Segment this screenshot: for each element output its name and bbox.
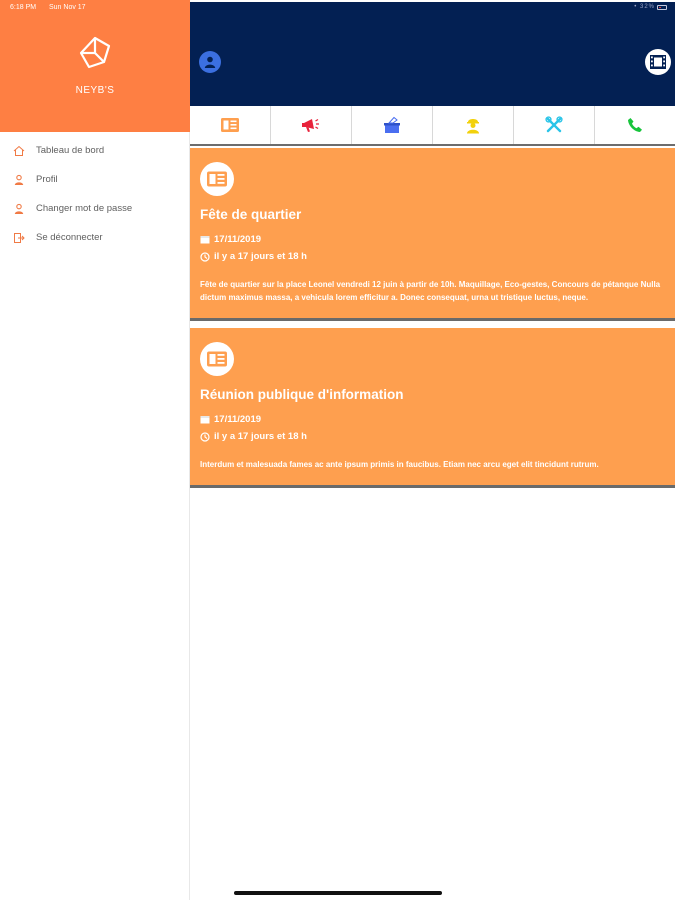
- tab-announcements[interactable]: [271, 106, 352, 144]
- cube-logo-icon: [79, 36, 111, 69]
- card-ago-row: il y a 17 jours et 18 h: [200, 431, 665, 442]
- profile-avatar-button[interactable]: [199, 51, 221, 73]
- film-icon: [650, 55, 666, 69]
- status-battery-text: • 32%: [634, 4, 655, 10]
- user-icon: [12, 173, 26, 187]
- calendar-icon: [200, 235, 210, 245]
- card-time-ago: il y a 17 jours et 18 h: [214, 251, 307, 262]
- news-feed: Fête de quartier 17/11/2019 il y a 17 jo…: [190, 148, 675, 495]
- vote-icon: [384, 116, 400, 133]
- video-button[interactable]: [645, 49, 671, 75]
- tab-services[interactable]: [433, 106, 514, 144]
- status-time: 6:18 PM: [10, 4, 37, 11]
- card-date-row: 17/11/2019: [200, 234, 665, 245]
- tools-icon: [545, 116, 563, 133]
- card-date-row: 17/11/2019: [200, 414, 665, 425]
- category-tabs: [190, 106, 675, 146]
- card-date: 17/11/2019: [214, 414, 262, 425]
- tab-contact[interactable]: [595, 106, 675, 144]
- sidebar-item-change-password[interactable]: Changer mot de passe: [0, 194, 190, 223]
- sidebar-item-label: Se déconnecter: [36, 232, 103, 243]
- card-date: 17/11/2019: [214, 234, 262, 245]
- sidebar: NEYB'S Tableau de bord Profil Changer mo…: [0, 0, 190, 900]
- user-icon: [12, 202, 26, 216]
- app-window: NEYB'S Tableau de bord Profil Changer mo…: [0, 0, 675, 900]
- news-card[interactable]: Réunion publique d'information 17/11/201…: [190, 328, 675, 488]
- phone-icon: [628, 118, 642, 132]
- status-bar: 6:18 PM Sun Nov 17 • 32%: [0, 0, 675, 16]
- news-card[interactable]: Fête de quartier 17/11/2019 il y a 17 jo…: [190, 148, 675, 321]
- sidebar-menu: Tableau de bord Profil Changer mot de pa…: [0, 136, 190, 252]
- status-date: Sun Nov 17: [49, 4, 86, 11]
- card-time-ago: il y a 17 jours et 18 h: [214, 431, 307, 442]
- news-icon: [221, 118, 239, 132]
- sidebar-item-dashboard[interactable]: Tableau de bord: [0, 136, 190, 165]
- sidebar-item-label: Tableau de bord: [36, 145, 105, 156]
- megaphone-icon: [302, 118, 319, 132]
- tab-voting[interactable]: [352, 106, 433, 144]
- tab-repairs[interactable]: [514, 106, 595, 144]
- logout-icon: [12, 231, 26, 245]
- card-description: Fête de quartier sur la place Leonel ven…: [200, 280, 661, 302]
- user-icon: [204, 56, 216, 68]
- clock-icon: [200, 251, 210, 262]
- card-description: Interdum et malesuada fames ac ante ipsu…: [200, 460, 599, 469]
- news-icon: [200, 162, 234, 196]
- sidebar-item-label: Changer mot de passe: [36, 203, 133, 214]
- sidebar-item-profile[interactable]: Profil: [0, 165, 190, 194]
- tab-news[interactable]: [190, 106, 271, 144]
- news-icon: [200, 342, 234, 376]
- worker-icon: [467, 119, 479, 134]
- sidebar-item-label: Profil: [36, 174, 58, 185]
- calendar-icon: [200, 415, 210, 425]
- battery-icon: [657, 5, 667, 10]
- brand-name: NEYB'S: [75, 85, 115, 96]
- clock-icon: [200, 431, 210, 442]
- card-title: Fête de quartier: [200, 207, 302, 222]
- card-title: Réunion publique d'information: [200, 387, 404, 402]
- main-header: [190, 2, 675, 106]
- home-indicator[interactable]: [234, 891, 442, 895]
- sidebar-item-logout[interactable]: Se déconnecter: [0, 223, 190, 252]
- home-icon: [12, 144, 26, 158]
- sidebar-header: NEYB'S: [0, 0, 190, 132]
- card-ago-row: il y a 17 jours et 18 h: [200, 251, 665, 262]
